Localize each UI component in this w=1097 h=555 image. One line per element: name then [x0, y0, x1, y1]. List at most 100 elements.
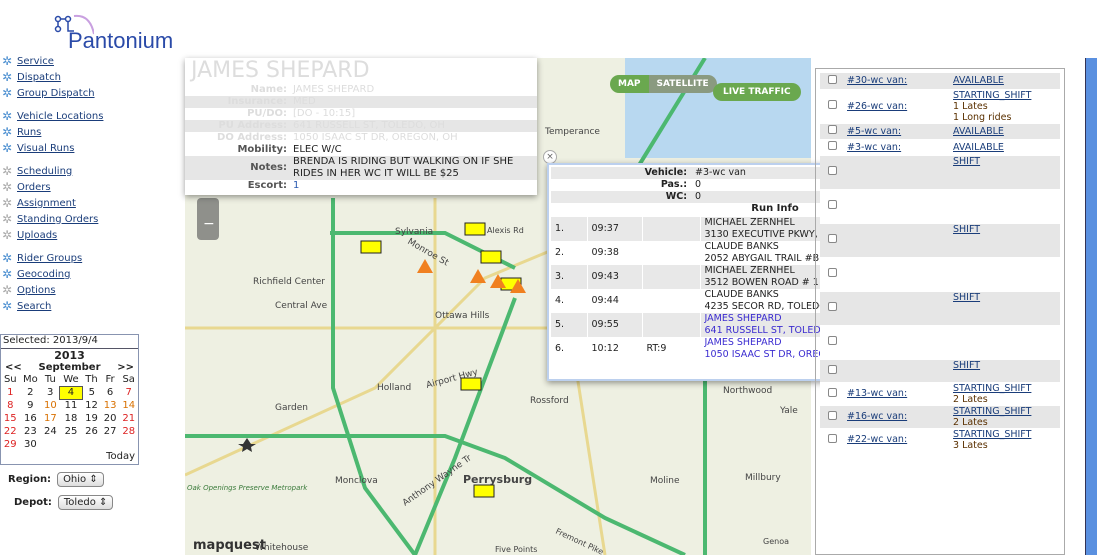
zoom-out-icon[interactable]: −: [203, 216, 215, 232]
sidebar-item-service[interactable]: ✲ Service: [2, 53, 142, 69]
map-button[interactable]: MAP: [610, 75, 649, 93]
calendar-day[interactable]: 25: [60, 425, 83, 438]
sidebar-item-uploads[interactable]: ✲ Uploads: [2, 227, 142, 243]
sidebar-link[interactable]: Visual Runs: [17, 143, 74, 154]
vehicle-checkbox[interactable]: [827, 302, 837, 311]
calendar-day[interactable]: 19: [82, 412, 101, 425]
scrollbar[interactable]: [1085, 58, 1097, 555]
calendar-day[interactable]: 24: [41, 425, 60, 438]
vehicle-status-link[interactable]: AVAILABLE: [953, 126, 1004, 137]
sidebar-item-visual-runs[interactable]: ✲ Visual Runs: [2, 140, 142, 156]
sidebar-item-scheduling[interactable]: ✲ Scheduling: [2, 163, 142, 179]
calendar-day[interactable]: 3: [41, 386, 60, 399]
sidebar-item-standing-orders[interactable]: ✲ Standing Orders: [2, 211, 142, 227]
sidebar-item-geocoding[interactable]: ✲ Geocoding: [2, 266, 142, 282]
sidebar-link[interactable]: Assignment: [17, 198, 76, 209]
sidebar-link[interactable]: Rider Groups: [17, 253, 82, 264]
calendar-day[interactable]: 23: [20, 425, 42, 438]
sidebar-item-rider-groups[interactable]: ✲ Rider Groups: [2, 250, 142, 266]
sidebar-link[interactable]: Vehicle Locations: [17, 111, 103, 122]
calendar-day[interactable]: 16: [20, 412, 42, 425]
calendar-day[interactable]: 4: [59, 385, 83, 400]
calendar-day[interactable]: 13: [101, 399, 120, 412]
sidebar-item-group-dispatch[interactable]: ✲ Group Dispatch: [2, 85, 142, 101]
calendar-day[interactable]: 10: [41, 399, 60, 412]
vehicle-marker[interactable]: [480, 250, 502, 264]
vehicle-checkbox[interactable]: [827, 410, 837, 420]
calendar-day[interactable]: 17: [41, 412, 60, 425]
vehicle-status-link[interactable]: STARTING_SHIFT: [953, 406, 1031, 417]
vehicle-marker[interactable]: [464, 222, 486, 236]
today-button[interactable]: Today: [1, 451, 138, 462]
calendar-day[interactable]: 28: [119, 425, 138, 438]
sidebar-link[interactable]: Dispatch: [17, 72, 61, 83]
vehicle-checkbox[interactable]: [827, 234, 837, 243]
sidebar-link[interactable]: Service: [17, 56, 54, 67]
next-month-button[interactable]: >>: [117, 362, 134, 373]
calendar-day[interactable]: 5: [82, 386, 101, 399]
calendar-day[interactable]: 11: [60, 399, 83, 412]
sidebar-item-runs[interactable]: ✲ Runs: [2, 124, 142, 140]
calendar-day[interactable]: 29: [1, 438, 20, 451]
calendar-day[interactable]: 14: [119, 399, 138, 412]
sidebar-item-vehicle-locations[interactable]: ✲ Vehicle Locations: [2, 108, 142, 124]
calendar-day[interactable]: 30: [20, 438, 42, 451]
calendar-day[interactable]: 22: [1, 425, 20, 438]
calendar-day[interactable]: 27: [101, 425, 120, 438]
calendar-day[interactable]: 26: [82, 425, 101, 438]
vehicle-status-link[interactable]: STARTING_SHIFT: [953, 383, 1031, 394]
vehicle-marker[interactable]: [360, 240, 382, 254]
vehicle-checkbox[interactable]: [827, 200, 837, 209]
vehicle-checkbox[interactable]: [827, 166, 837, 175]
calendar-day[interactable]: 9: [20, 399, 42, 412]
vehicle-checkbox[interactable]: [827, 268, 837, 277]
vehicle-checkbox[interactable]: [827, 336, 837, 345]
satellite-button[interactable]: SATELLITE: [648, 75, 717, 93]
vehicle-status-link[interactable]: STARTING_SHIFT: [953, 90, 1031, 101]
calendar-day[interactable]: 12: [82, 399, 101, 412]
sidebar-link[interactable]: Orders: [17, 182, 51, 193]
vehicle-checkbox[interactable]: [827, 100, 837, 109]
region-select[interactable]: Ohio ⇕: [57, 472, 104, 487]
vehicle-marker[interactable]: [473, 484, 495, 498]
vehicle-status-link[interactable]: SHIFT: [953, 156, 980, 167]
vehicle-status-link[interactable]: AVAILABLE: [953, 75, 1004, 86]
calendar-day[interactable]: 1: [1, 386, 20, 399]
vehicle-link[interactable]: #22-wc van:: [847, 434, 907, 445]
live-traffic-button[interactable]: LIVE TRAFFIC: [713, 83, 801, 101]
vehicle-link[interactable]: #16-wc van:: [847, 411, 907, 422]
vehicle-checkbox[interactable]: [827, 125, 837, 134]
vehicle-link[interactable]: #5-wc van:: [847, 126, 901, 137]
sidebar-link[interactable]: Search: [17, 301, 51, 312]
calendar-day[interactable]: 15: [1, 412, 20, 425]
vehicle-status-link[interactable]: SHIFT: [953, 360, 980, 371]
sidebar-link[interactable]: Group Dispatch: [17, 88, 95, 99]
sidebar-link[interactable]: Scheduling: [17, 166, 72, 177]
vehicle-checkbox[interactable]: [827, 364, 837, 374]
calendar-day[interactable]: 20: [101, 412, 120, 425]
vehicle-checkbox[interactable]: [827, 387, 837, 397]
vehicle-status-link[interactable]: SHIFT: [953, 292, 980, 303]
sidebar-link[interactable]: Options: [17, 285, 56, 296]
sidebar-link[interactable]: Uploads: [17, 230, 57, 241]
vehicle-checkbox[interactable]: [827, 141, 837, 150]
vehicle-link[interactable]: #13-wc van:: [847, 388, 907, 399]
calendar-day[interactable]: 2: [20, 386, 42, 399]
calendar-day[interactable]: 7: [119, 386, 138, 399]
depot-select[interactable]: Toledo ⇕: [57, 495, 114, 510]
sidebar-link[interactable]: Standing Orders: [17, 214, 98, 225]
sidebar-item-orders[interactable]: ✲ Orders: [2, 179, 142, 195]
calendar-day[interactable]: 8: [1, 399, 20, 412]
calendar-day[interactable]: 21: [119, 412, 138, 425]
vehicle-link[interactable]: #26-wc van:: [847, 101, 907, 112]
vehicle-link[interactable]: #30-wc van:: [847, 75, 907, 86]
vehicle-status-link[interactable]: AVAILABLE: [953, 142, 1004, 153]
sidebar-item-search[interactable]: ✲ Search: [2, 298, 142, 314]
sidebar-link[interactable]: Geocoding: [17, 269, 70, 280]
calendar-day[interactable]: 18: [60, 412, 83, 425]
sidebar-item-options[interactable]: ✲ Options: [2, 282, 142, 298]
sidebar-item-dispatch[interactable]: ✲ Dispatch: [2, 69, 142, 85]
vehicle-checkbox[interactable]: [827, 74, 837, 84]
vehicle-checkbox[interactable]: [827, 433, 837, 443]
vehicle-link[interactable]: #3-wc van:: [847, 142, 901, 153]
